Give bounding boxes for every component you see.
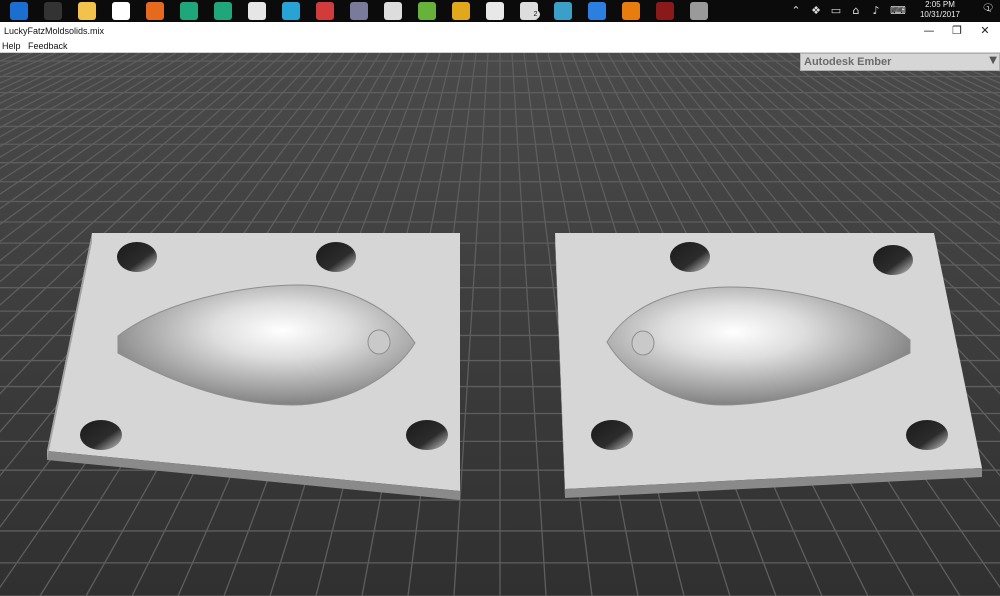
close-button[interactable]: ✕ [978, 24, 992, 38]
notification-badge: 1 [986, 5, 991, 13]
panel-collapse-icon[interactable]: ▼ [989, 55, 997, 66]
f-app-icon[interactable] [486, 2, 504, 20]
blender-icon[interactable] [622, 2, 640, 20]
printer-icon[interactable] [248, 2, 266, 20]
chevron-up-icon[interactable]: ⌃ [790, 5, 802, 17]
gray-app-icon[interactable] [690, 2, 708, 20]
taskbar: 2 ⌃ ❖ ▭ ⌂ ♪ ⌨ 2:05 PM 10/31/2017 🗨 1 [0, 0, 1000, 22]
menu-bar: Help Feedback [0, 40, 1000, 53]
window-titlebar: LuckyFatzMoldsolids.mix — ❐ ✕ [0, 22, 1000, 40]
file-explorer-icon[interactable] [78, 2, 96, 20]
dropbox-tray-icon[interactable]: ❖ [810, 5, 822, 17]
3d-viewport[interactable]: Autodesk Ember ▼ [0, 53, 1000, 596]
minimize-button[interactable]: — [922, 24, 936, 38]
red-app-icon[interactable] [316, 2, 334, 20]
c-app-icon[interactable] [180, 2, 198, 20]
meshmixer-icon[interactable] [350, 2, 368, 20]
taskbar-clock[interactable]: 2:05 PM 10/31/2017 [910, 0, 970, 20]
panel-title: Autodesk Ember [804, 56, 892, 68]
firefox-icon[interactable] [146, 2, 164, 20]
right-mold-half[interactable] [555, 233, 982, 498]
mail-badge: 2 [531, 10, 540, 19]
dark-red-app-icon[interactable] [656, 2, 674, 20]
battery-icon[interactable]: ▭ [830, 5, 842, 17]
s-app-icon[interactable] [554, 2, 572, 20]
amazon-icon[interactable] [44, 2, 62, 20]
calculator-icon[interactable] [384, 2, 402, 20]
c-app-2-icon[interactable] [214, 2, 232, 20]
clock-time: 2:05 PM [925, 0, 955, 9]
network-icon[interactable]: ⌂ [850, 5, 862, 17]
dropbox-icon[interactable] [588, 2, 606, 20]
keyboard-icon[interactable]: ⌨ [890, 5, 906, 17]
left-mold-half[interactable] [47, 233, 460, 500]
yellow-app-icon[interactable] [452, 2, 470, 20]
volume-icon[interactable]: ♪ [870, 5, 882, 17]
menu-feedback[interactable]: Feedback [28, 40, 68, 52]
window-title: LuckyFatzMoldsolids.mix [4, 26, 105, 36]
triangle-app-icon[interactable] [282, 2, 300, 20]
maximize-button[interactable]: ❐ [950, 24, 964, 38]
clock-date: 10/31/2017 [919, 10, 961, 19]
edge-icon[interactable] [10, 2, 28, 20]
notification-icon[interactable]: 🗨 1 [980, 3, 996, 19]
store-icon[interactable] [112, 2, 130, 20]
menu-help[interactable]: Help [2, 40, 21, 52]
viewport-canvas[interactable] [0, 53, 1000, 596]
ember-panel[interactable]: Autodesk Ember ▼ [800, 53, 1000, 71]
green-app-icon[interactable] [418, 2, 436, 20]
